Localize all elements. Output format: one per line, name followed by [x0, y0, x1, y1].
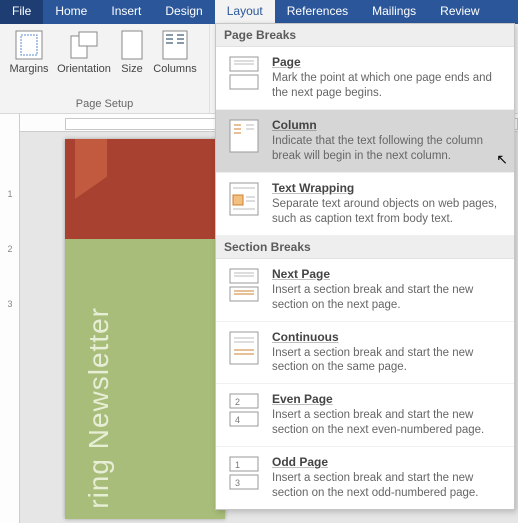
orientation-icon: [68, 29, 100, 61]
columns-icon: [159, 29, 191, 61]
margins-button[interactable]: Margins: [4, 27, 54, 75]
tab-insert[interactable]: Insert: [99, 0, 153, 24]
ribbon-group-page-setup: Margins Orientation Size Columns: [0, 24, 210, 113]
vertical-ruler: 1 2 3: [0, 114, 20, 523]
tab-file[interactable]: File: [0, 0, 43, 24]
column-break-title: Column: [272, 118, 504, 132]
page-vertical-text: ring Newsletter: [83, 307, 115, 509]
page-setup-group-label: Page Setup: [0, 98, 209, 112]
even-page-desc: Insert a section break and start the new…: [272, 408, 504, 438]
even-page-title: Even Page: [272, 392, 504, 406]
even-page-icon: 24: [226, 392, 262, 428]
cursor-icon: ↖: [496, 151, 508, 168]
ruler-tick: 3: [7, 299, 12, 309]
next-page-icon: [226, 267, 262, 303]
columns-button[interactable]: Columns: [150, 27, 200, 75]
odd-page-desc: Insert a section break and start the new…: [272, 471, 504, 501]
margins-label: Margins: [9, 63, 48, 75]
size-button[interactable]: Size: [114, 27, 150, 75]
ruler-tick: 1: [7, 189, 12, 199]
orientation-button[interactable]: Orientation: [54, 27, 114, 75]
break-option-next-page[interactable]: Next Page Insert a section break and sta…: [216, 259, 514, 322]
next-page-title: Next Page: [272, 267, 504, 281]
columns-label: Columns: [153, 63, 196, 75]
section-breaks-header: Section Breaks: [216, 236, 514, 259]
page-breaks-header: Page Breaks: [216, 24, 514, 47]
continuous-title: Continuous: [272, 330, 504, 344]
svg-text:4: 4: [235, 415, 240, 425]
break-option-odd-page[interactable]: 13 Odd Page Insert a section break and s…: [216, 447, 514, 509]
continuous-desc: Insert a section break and start the new…: [272, 346, 504, 376]
tab-design[interactable]: Design: [153, 0, 214, 24]
break-option-even-page[interactable]: 24 Even Page Insert a section break and …: [216, 384, 514, 447]
size-icon: [116, 29, 148, 61]
odd-page-title: Odd Page: [272, 455, 504, 469]
ruler-tick: 2: [7, 244, 12, 254]
page-body-shape: ring Newsletter: [65, 239, 225, 519]
odd-page-icon: 13: [226, 455, 262, 491]
margins-icon: [13, 29, 45, 61]
break-option-page[interactable]: Page Mark the point at which one page en…: [216, 47, 514, 110]
page-header-shape: [65, 139, 225, 239]
break-option-column[interactable]: Column Indicate that the text following …: [216, 110, 514, 173]
text-wrapping-title: Text Wrapping: [272, 181, 504, 195]
page-break-title: Page: [272, 55, 504, 69]
tab-home[interactable]: Home: [43, 0, 99, 24]
next-page-desc: Insert a section break and start the new…: [272, 283, 504, 313]
svg-text:1: 1: [235, 460, 240, 470]
break-option-text-wrapping[interactable]: Text Wrapping Separate text around objec…: [216, 173, 514, 236]
svg-text:2: 2: [235, 397, 240, 407]
continuous-icon: [226, 330, 262, 366]
column-break-icon: [226, 118, 262, 154]
orientation-label: Orientation: [57, 63, 111, 75]
tab-mailings[interactable]: Mailings: [360, 0, 428, 24]
tab-layout[interactable]: Layout: [215, 0, 275, 24]
page-break-desc: Mark the point at which one page ends an…: [272, 71, 504, 101]
text-wrapping-desc: Separate text around objects on web page…: [272, 197, 504, 227]
text-wrapping-icon: [226, 181, 262, 217]
tab-references[interactable]: References: [275, 0, 360, 24]
document-page[interactable]: ring Newsletter: [65, 139, 225, 519]
break-option-continuous[interactable]: Continuous Insert a section break and st…: [216, 322, 514, 385]
tab-review[interactable]: Review: [428, 0, 491, 24]
page-break-icon: [226, 55, 262, 91]
ribbon-tabs: File Home Insert Design Layout Reference…: [0, 0, 518, 24]
column-break-desc: Indicate that the text following the col…: [272, 134, 504, 164]
size-label: Size: [121, 63, 142, 75]
breaks-dropdown-panel: Page Breaks Page Mark the point at which…: [215, 23, 515, 510]
svg-text:3: 3: [235, 478, 240, 488]
